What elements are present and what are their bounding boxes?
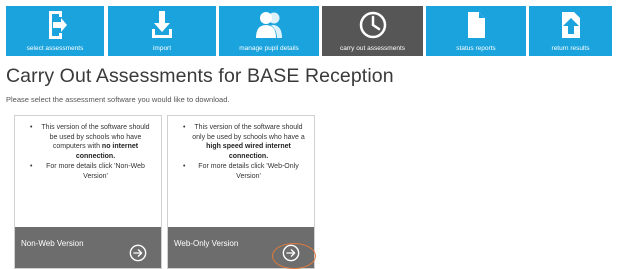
non-web-version-button[interactable]: Non-Web Version <box>15 227 161 268</box>
card-bullet: This version of the software should be u… <box>27 123 153 161</box>
card-description: This version of the software should be u… <box>27 123 153 183</box>
card-footer-label: Non-Web Version <box>21 239 84 248</box>
page-subtitle: Please select the assessment software yo… <box>6 95 230 104</box>
nav-tile-return-results[interactable]: return results <box>529 6 612 56</box>
nav-label: select assessments <box>26 45 84 52</box>
nav-label: status reports <box>456 45 496 52</box>
nav-tile-import[interactable]: import <box>108 6 216 56</box>
top-nav: select assessments import manage pupil d… <box>6 6 612 56</box>
upload-icon <box>561 12 580 38</box>
nav-tile-manage-pupil-details[interactable]: manage pupil details <box>219 6 319 56</box>
card-bullet: For more details click 'Web-Only Version… <box>180 162 306 181</box>
card-bullet: For more details click 'Non-Web Version' <box>27 162 153 181</box>
arrow-right-circle-icon[interactable] <box>129 244 147 262</box>
nav-label: carry out assessments <box>339 45 406 52</box>
highlight-ring <box>272 243 316 269</box>
document-icon <box>468 12 485 38</box>
card-footer-label: Web-Only Version <box>174 239 239 248</box>
nav-tile-carry-out-assessments[interactable]: carry out assessments <box>322 6 423 56</box>
page-title: Carry Out Assessments for BASE Reception <box>6 65 394 87</box>
users-icon <box>256 12 282 38</box>
nav-tile-status-reports[interactable]: status reports <box>426 6 526 56</box>
clock-icon <box>359 11 386 39</box>
nav-label: return results <box>551 45 590 52</box>
card-description: This version of the software should only… <box>180 123 306 183</box>
non-web-version-card: This version of the software should be u… <box>14 115 162 269</box>
nav-label: import <box>152 45 172 52</box>
select-assessments-icon <box>49 11 67 39</box>
card-bullet: This version of the software should only… <box>180 123 306 161</box>
nav-label: manage pupil details <box>239 45 299 52</box>
download-icon <box>152 11 172 38</box>
nav-tile-select-assessments[interactable]: select assessments <box>6 6 104 56</box>
